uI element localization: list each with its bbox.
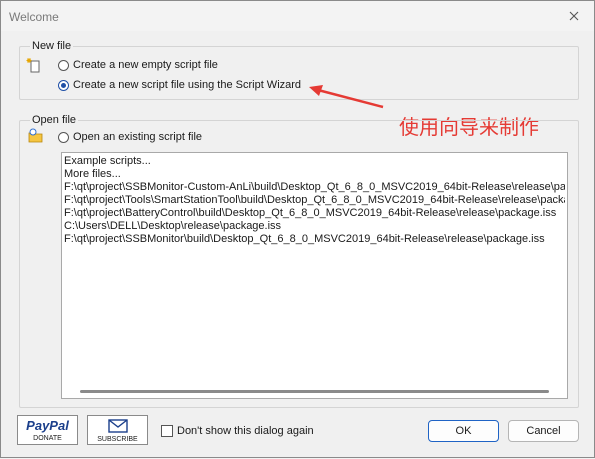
close-icon bbox=[569, 11, 579, 21]
ok-label: OK bbox=[455, 425, 472, 437]
file-list-item[interactable]: F:\qt\project\BatteryControl\build\Deskt… bbox=[64, 207, 565, 220]
paypal-logo: PayPal bbox=[26, 418, 69, 433]
radio-existing-label: Open an existing script file bbox=[73, 131, 203, 143]
new-file-icon bbox=[26, 57, 42, 73]
radio-create-empty[interactable]: Create a new empty script file bbox=[58, 59, 218, 71]
envelope-icon bbox=[108, 419, 128, 433]
recent-files-list[interactable]: Example scripts... More files... F:\qt\pro… bbox=[61, 152, 568, 399]
welcome-dialog: Welcome New file Create a new empty scri… bbox=[0, 0, 595, 458]
file-list-item[interactable]: Example scripts... bbox=[64, 155, 565, 168]
subscribe-label: SUBSCRIBE bbox=[97, 436, 138, 443]
donate-label: DONATE bbox=[33, 435, 62, 442]
open-file-group-label: Open file bbox=[30, 114, 79, 126]
radio-empty-label: Create a new empty script file bbox=[73, 59, 218, 71]
cancel-button[interactable]: Cancel bbox=[508, 420, 579, 442]
paypal-donate-button[interactable]: PayPal DONATE bbox=[17, 415, 78, 445]
new-file-group-label: New file bbox=[30, 40, 74, 52]
cancel-label: Cancel bbox=[526, 425, 561, 437]
dont-show-label: Don't show this dialog again bbox=[177, 425, 314, 437]
subscribe-button[interactable]: SUBSCRIBE bbox=[87, 415, 148, 445]
file-list-item[interactable]: C:\Users\DELL\Desktop\release\package.is… bbox=[64, 220, 565, 233]
horizontal-scrollbar[interactable] bbox=[62, 384, 567, 398]
file-list-item[interactable]: F:\qt\project\SSBMonitor-Custom-AnLi\bui… bbox=[64, 181, 565, 194]
close-button[interactable] bbox=[564, 6, 584, 26]
radio-empty-control[interactable] bbox=[58, 59, 69, 71]
radio-existing-control[interactable] bbox=[58, 131, 69, 143]
window-title: Welcome bbox=[9, 10, 59, 24]
radio-wizard-control[interactable] bbox=[58, 79, 69, 91]
new-file-group: New file bbox=[19, 40, 579, 100]
dont-show-checkbox[interactable] bbox=[161, 425, 173, 437]
open-folder-icon bbox=[28, 128, 44, 144]
radio-open-existing[interactable]: Open an existing script file bbox=[58, 131, 202, 143]
scrollbar-thumb[interactable] bbox=[80, 390, 549, 393]
radio-create-wizard[interactable]: Create a new script file using the Scrip… bbox=[58, 79, 301, 91]
file-list-item[interactable]: F:\qt\project\Tools\SmartStationTool\bui… bbox=[64, 194, 565, 207]
file-list-item[interactable]: F:\qt\project\SSBMonitor\build\Desktop_Q… bbox=[64, 233, 565, 246]
ok-button[interactable]: OK bbox=[428, 420, 499, 442]
title-bar: Welcome bbox=[1, 1, 594, 31]
file-list-item[interactable]: More files... bbox=[64, 168, 565, 181]
radio-wizard-label: Create a new script file using the Scrip… bbox=[73, 79, 302, 91]
